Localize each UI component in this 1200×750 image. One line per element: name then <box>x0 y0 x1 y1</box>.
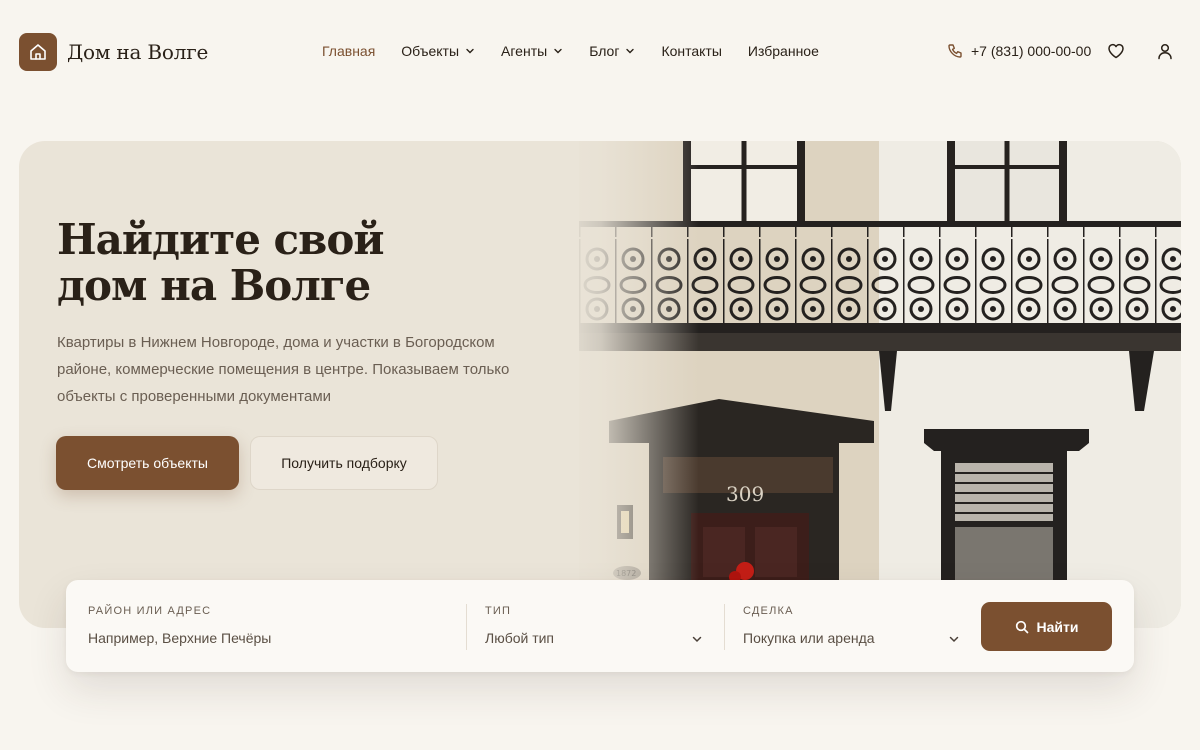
site-header: Дом на Волге Главная Объекты Агенты Блог… <box>0 0 1200 100</box>
main-nav: Главная Объекты Агенты Блог Контакты Изб… <box>322 43 845 59</box>
chevron-down-icon <box>692 636 702 643</box>
search-button-label: Найти <box>1036 618 1079 635</box>
nav-item-label: Блог <box>589 43 620 59</box>
location-label: Район или адрес <box>88 605 212 617</box>
location-input[interactable]: Например, Верхние Печёры <box>88 630 271 646</box>
phone-icon <box>948 44 962 58</box>
divider <box>466 604 467 650</box>
phone-number: +7 (831) 000-00-00 <box>971 43 1092 59</box>
hero-title-line: дом на Волге <box>57 261 371 310</box>
get-selection-button[interactable]: Получить подборку <box>250 436 438 490</box>
heart-icon <box>1108 43 1124 59</box>
deal-select[interactable]: Сделка Покупка или аренда <box>743 580 965 672</box>
deal-value: Покупка или аренда <box>743 630 875 646</box>
nav-item-home[interactable]: Главная <box>322 43 375 59</box>
brand-name: Дом на Волге <box>67 40 209 64</box>
nav-item-label: Главная <box>322 43 376 59</box>
chevron-down-icon <box>554 48 562 54</box>
deal-label: Сделка <box>743 605 794 617</box>
phone-link[interactable]: +7 (831) 000-00-00 <box>947 43 1091 59</box>
type-label: Тип <box>485 605 512 617</box>
hero-banner: 309 1872 Найдите свой дом на Волге Кварт… <box>19 141 1181 628</box>
hero-subtitle: Квартиры в Нижнем Новгороде, дома и учас… <box>57 334 510 405</box>
user-icon <box>1158 43 1172 60</box>
house-number: 309 <box>726 482 764 506</box>
search-panel: Район или адрес Например, Верхние Печёры… <box>66 580 1134 672</box>
nav-item-favorites[interactable]: Избранное <box>748 43 819 59</box>
chevron-down-icon <box>949 636 959 643</box>
account-button[interactable] <box>1156 42 1174 60</box>
nav-item-blog[interactable]: Блог <box>589 43 635 59</box>
search-icon <box>1015 620 1028 633</box>
nav-item-objects[interactable]: Объекты <box>401 43 475 59</box>
nav-item-label: Избранное <box>747 43 819 59</box>
chevron-down-icon <box>466 48 474 54</box>
home-icon <box>19 33 57 71</box>
nav-item-agents[interactable]: Агенты <box>501 43 563 59</box>
divider <box>724 604 725 650</box>
nav-item-label: Контакты <box>661 43 722 59</box>
view-objects-button[interactable]: Смотреть объекты <box>56 436 239 490</box>
hero-title-line: Найдите свой <box>57 215 384 264</box>
logo[interactable]: Дом на Волге <box>19 33 208 71</box>
nav-item-contacts[interactable]: Контакты <box>661 43 721 59</box>
hero-title: Найдите свой дом на Волге <box>57 217 517 309</box>
location-field[interactable]: Район или адрес Например, Верхние Печёры <box>88 580 458 672</box>
search-button[interactable]: Найти <box>981 602 1112 651</box>
nav-item-label: Агенты <box>501 43 548 59</box>
type-select[interactable]: Тип Любой тип <box>485 580 705 672</box>
type-value: Любой тип <box>485 630 555 646</box>
chevron-down-icon <box>626 48 635 54</box>
hero-photo-fade <box>559 141 699 628</box>
nav-item-label: Объекты <box>401 43 460 59</box>
favorites-button[interactable] <box>1107 42 1125 60</box>
